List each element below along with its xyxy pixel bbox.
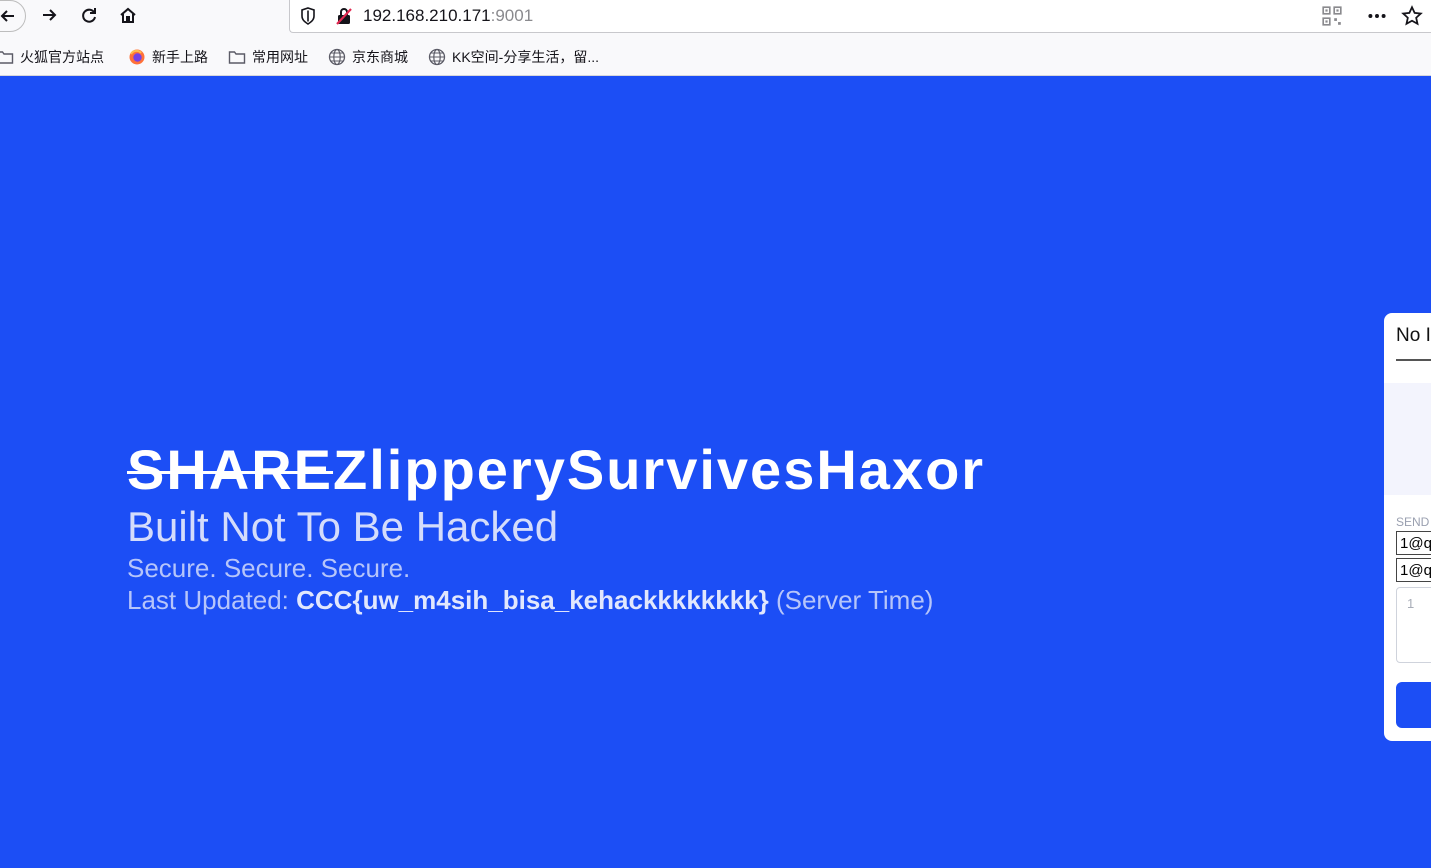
bookmark-label: 新手上路 [152,49,208,65]
sender-label: SEND [1396,515,1430,529]
url-text[interactable]: 192.168.210.171:9001 [363,6,533,26]
home-icon [120,7,136,23]
url-bar[interactable]: 192.168.210.171:9001 [289,0,1431,33]
bookmark-label: 火狐官方站点 [20,49,104,65]
reload-button[interactable] [74,0,104,30]
page-subtitle: Built Not To Be Hacked [127,503,559,550]
qr-code-icon[interactable] [1321,5,1343,27]
last-updated-prefix: Last Updated: [127,585,297,615]
bookmarks-bar: 火狐官方站点 新手上路 常用网址 京东商城 KK空间-分享生活，留... [0,36,1431,76]
bookmark-item[interactable]: 火狐官方站点 [0,46,104,68]
globe-icon [428,48,446,66]
title-rest-text: ZlipperySurvivesHaxor [333,438,986,501]
folder-icon [228,51,246,64]
bookmark-label: 常用网址 [252,49,308,65]
last-updated-suffix: (Server Time) [768,585,934,615]
reload-icon [82,8,96,23]
more-actions-icon[interactable] [1366,5,1388,27]
bookmark-label: KK空间-分享生活，留... [452,49,600,65]
panel-title: No I [1396,325,1431,346]
sender-input[interactable]: 1@q [1396,531,1431,555]
arrow-left-icon [0,10,14,22]
hero: SHAREZlipperySurvivesHaxor Built Not To … [127,438,985,616]
bookmark-item[interactable]: 新手上路 [128,46,208,68]
home-button[interactable] [113,0,143,30]
title-struck-text: SHARE [127,438,334,501]
send-button[interactable] [1396,682,1431,728]
tagline: Secure. Secure. Secure. [127,553,411,583]
panel-message-area [1384,383,1431,495]
firefox-icon [129,49,145,65]
browser-toolbar: 192.168.210.171:9001 [0,0,1431,36]
bookmark-item[interactable]: 常用网址 [228,46,308,68]
shield-icon[interactable] [298,6,318,26]
last-updated-value: CCC{uw_m4sih_bisa_kehackkkkkkkk} [296,585,769,615]
folder-icon [0,51,14,64]
bookmark-item[interactable]: KK空间-分享生活，留... [428,46,599,68]
globe-icon [328,48,346,66]
url-port: :9001 [490,6,534,25]
last-updated: Last Updated: CCC{uw_m4sih_bisa_kehackkk… [127,584,985,616]
forward-button[interactable] [34,0,64,30]
bookmark-star-icon[interactable] [1401,5,1423,27]
side-panel: No I SEND 1@q 1@q 1 [1384,313,1431,741]
insecure-lock-icon[interactable] [334,6,354,26]
arrow-right-icon [43,9,57,21]
bookmark-item[interactable]: 京东商城 [328,46,408,68]
page-title: SHAREZlipperySurvivesHaxor [127,438,985,502]
recipient-input[interactable]: 1@q [1396,558,1431,582]
message-textarea[interactable]: 1 [1396,587,1431,663]
page-content: SHAREZlipperySurvivesHaxor Built Not To … [0,76,1431,868]
bookmark-label: 京东商城 [352,49,408,65]
url-host: 192.168.210.171 [363,6,491,25]
back-button[interactable] [0,0,26,32]
panel-divider [1396,359,1431,361]
